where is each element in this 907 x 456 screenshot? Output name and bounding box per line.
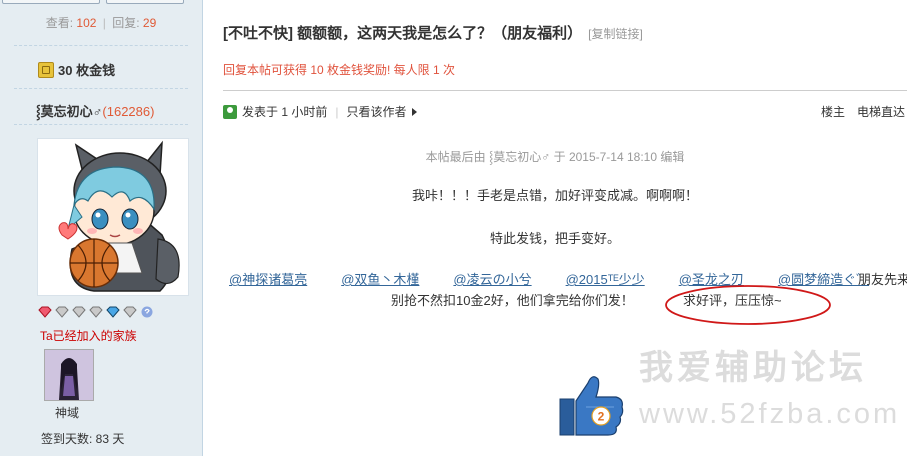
last-edit-notice: 本帖最后由 ⸾莫忘初心♂ 于 2015-7-14 18:10 编辑 (425, 150, 685, 164)
stats-separator: | (102, 16, 106, 30)
post-body-line: 特此发钱，把手变好。 (489, 231, 620, 246)
coin-reward: 30 枚金钱 (38, 60, 115, 79)
medal-name: 神域 (55, 406, 80, 420)
author-sidebar: 查看: 102 | 回复: 29 30 枚金钱 ⸾莫忘初心♂(162286) T… (0, 0, 203, 456)
copy-link-button[interactable]: [复制链接] (588, 27, 643, 41)
floor-nav: 楼主 电梯直达 (809, 103, 905, 120)
silver-gem-icon (123, 306, 137, 318)
avatar-illustration (38, 139, 188, 295)
silver-gem-icon (89, 306, 103, 318)
avatar[interactable] (37, 138, 189, 296)
coin-amount: 30 枚金钱 (58, 63, 116, 78)
posted-time: 发表于 1 小时前 (242, 105, 328, 119)
blue-gem-icon (106, 306, 120, 318)
author-name[interactable]: ⸾莫忘初心♂(162286) (36, 101, 154, 120)
elevator-link[interactable]: 电梯直达 (857, 105, 905, 119)
divider (223, 90, 907, 91)
medal-image (45, 350, 93, 400)
post-body-line: 别抢不然扣10金2好，他们拿完给你们发！ (391, 293, 634, 308)
title-text: [不吐不快] 额额额，这两天我是怎么了？（朋友福利） (223, 25, 583, 42)
post-meta: 发表于 1 小时前 | 只看该作者 (223, 103, 418, 120)
divider (14, 45, 188, 46)
help-icon[interactable] (140, 306, 154, 318)
replies-label: 回复: (112, 16, 140, 30)
coin-icon (38, 61, 54, 78)
views-count: 102 (76, 16, 97, 30)
silver-gem-icon (55, 306, 69, 318)
family-link[interactable]: Ta已经加入的家族 (40, 327, 137, 344)
mention-link[interactable]: @2015ᵀᴱ少少 (566, 272, 645, 287)
watermark-url: www.52fzba.com (639, 398, 901, 430)
red-circle-annotation (665, 285, 831, 325)
arrow-right-icon (412, 107, 418, 116)
divider (14, 88, 188, 89)
silver-gem-icon (72, 306, 86, 318)
reply-reward-notice: 回复本帖可获得 10 枚金钱奖励! 每人限 1 次 (223, 63, 456, 77)
floor-label: 楼主 (820, 105, 845, 119)
top-button-left[interactable] (2, 0, 100, 4)
top-button-right[interactable] (106, 0, 184, 4)
like-count: 2 (598, 410, 605, 424)
badge-row (38, 306, 154, 318)
family-medal[interactable] (44, 349, 94, 401)
mention-link[interactable]: @双鱼丶木槿 (341, 272, 419, 287)
author-only-link[interactable]: 只看该作者 (346, 103, 406, 120)
checkin-days: 签到天数: 83 天 (41, 432, 125, 446)
username[interactable]: ⸾莫忘初心♂ (36, 104, 102, 119)
online-status-icon (223, 104, 237, 119)
user-id: (162286) (102, 104, 155, 119)
post-body-line: 我咔！！！手老是点错，加好评变成减。啊啊啊！ (411, 188, 698, 203)
thread-stats: 查看: 102 | 回复: 29 (0, 14, 202, 31)
meta-separator: | (335, 104, 339, 119)
thread-title: [不吐不快] 额额额，这两天我是怎么了？（朋友福利） [复制链接] (223, 22, 643, 43)
red-gem-icon (38, 306, 52, 318)
mention-link[interactable]: @凌云の小兮 (453, 272, 531, 287)
views-label: 查看: (45, 16, 74, 30)
divider (14, 124, 188, 125)
mention-link[interactable]: @神探诸葛亮 (229, 272, 307, 287)
replies-count: 29 (142, 16, 157, 30)
like-thumb-icon[interactable]: 2 (558, 373, 628, 439)
watermark-title: 我爱辅助论坛 (639, 349, 867, 387)
post-body-text: 朋友先来 (858, 272, 907, 287)
post-content: [不吐不快] 额额额，这两天我是怎么了？（朋友福利） [复制链接] 回复本帖可获得… (203, 0, 907, 456)
